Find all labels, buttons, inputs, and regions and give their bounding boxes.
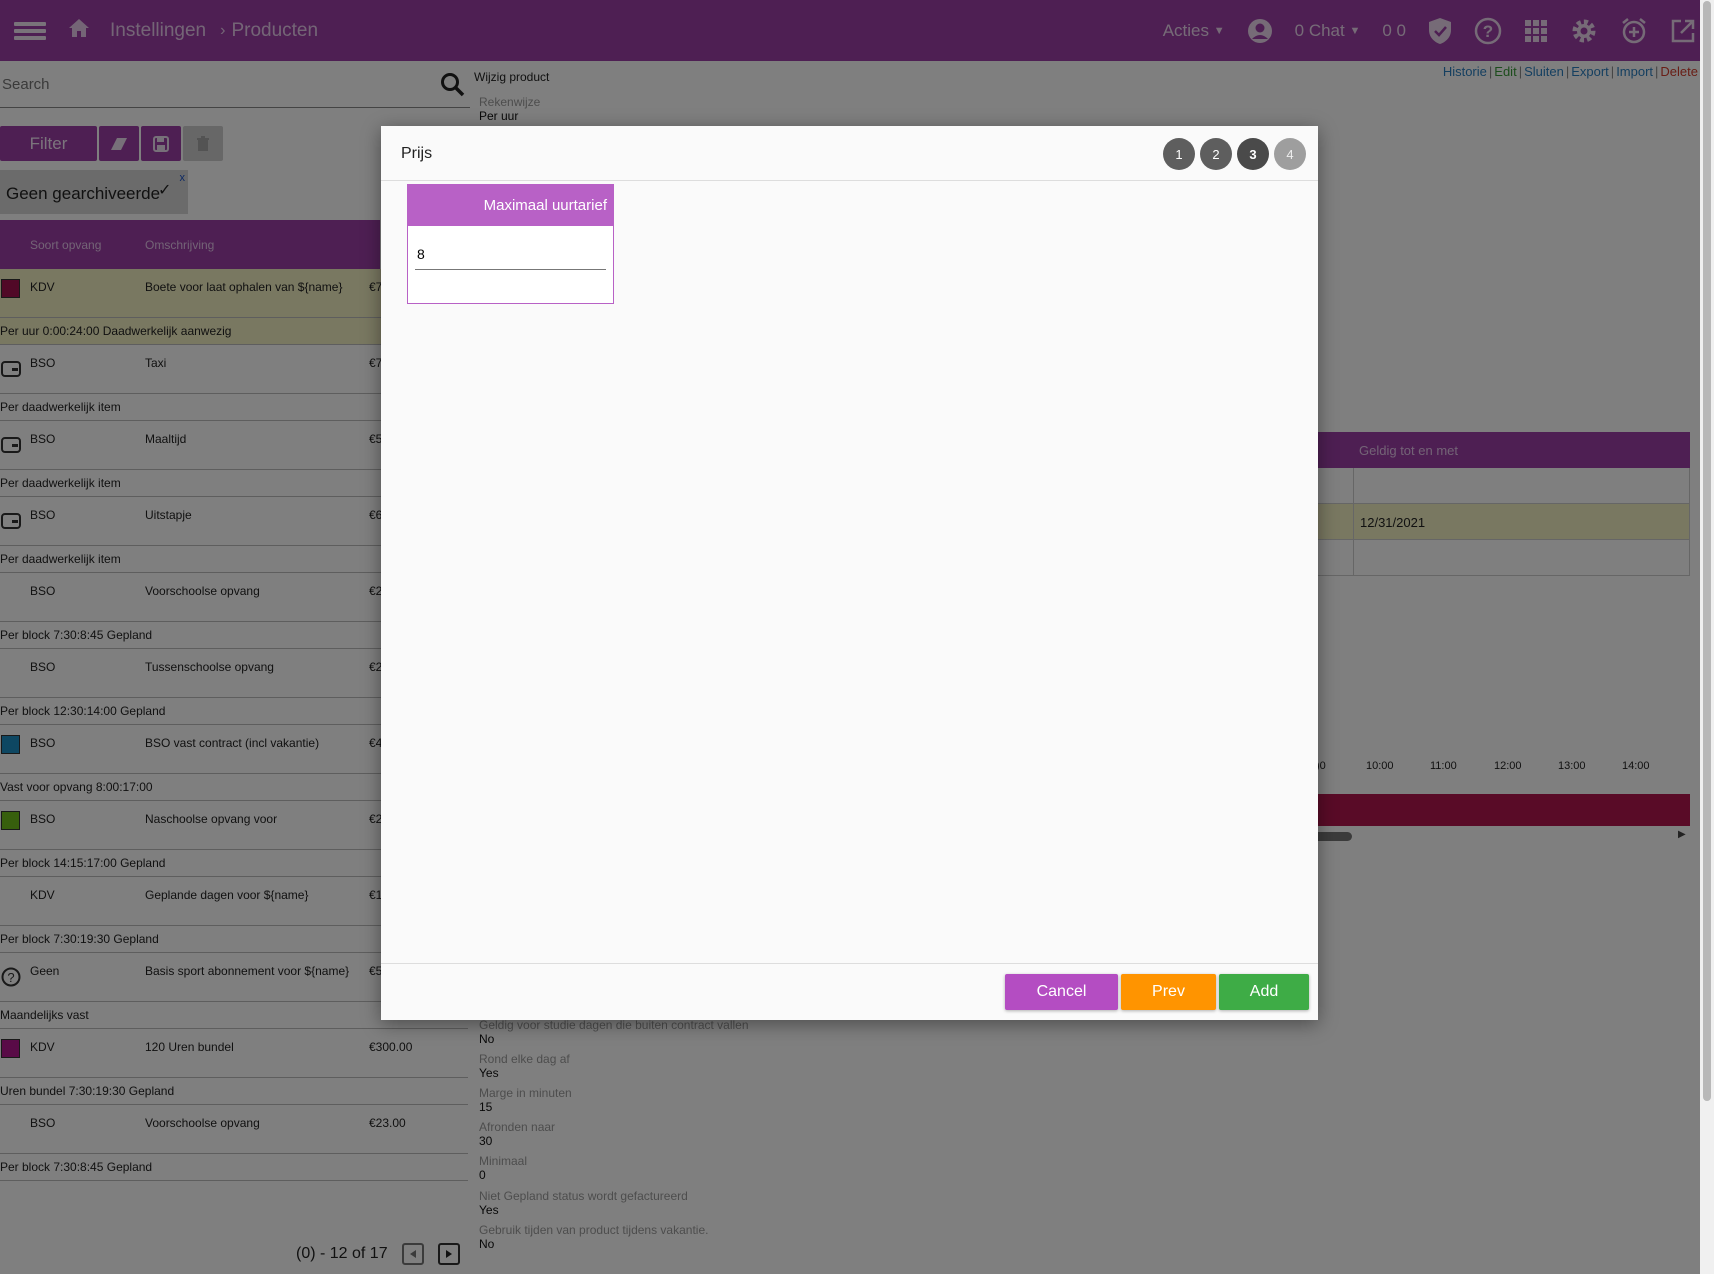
maximaal-uurtarief-label: Maximaal uurtarief bbox=[408, 185, 613, 226]
wizard-steps: 1 2 3 4 bbox=[1163, 138, 1306, 170]
step-1[interactable]: 1 bbox=[1163, 138, 1195, 170]
prev-button[interactable]: Prev bbox=[1121, 974, 1216, 1010]
scrollbar-thumb[interactable] bbox=[1703, 1, 1711, 1101]
dialog-header: Prijs 1 2 3 4 bbox=[381, 126, 1318, 181]
page-scrollbar[interactable] bbox=[1700, 0, 1714, 1274]
maximaal-uurtarief-input[interactable] bbox=[415, 238, 606, 270]
dialog-title: Prijs bbox=[401, 145, 433, 162]
step-2[interactable]: 2 bbox=[1200, 138, 1232, 170]
cancel-button[interactable]: Cancel bbox=[1005, 974, 1118, 1010]
step-3[interactable]: 3 bbox=[1237, 138, 1269, 170]
step-4: 4 bbox=[1274, 138, 1306, 170]
maximaal-uurtarief-box: Maximaal uurtarief bbox=[407, 184, 614, 304]
add-button[interactable]: Add bbox=[1219, 974, 1309, 1010]
dialog-footer: Cancel Prev Add bbox=[381, 963, 1318, 1020]
prijs-dialog: Prijs 1 2 3 4 Maximaal uurtarief Cancel … bbox=[381, 126, 1318, 1020]
